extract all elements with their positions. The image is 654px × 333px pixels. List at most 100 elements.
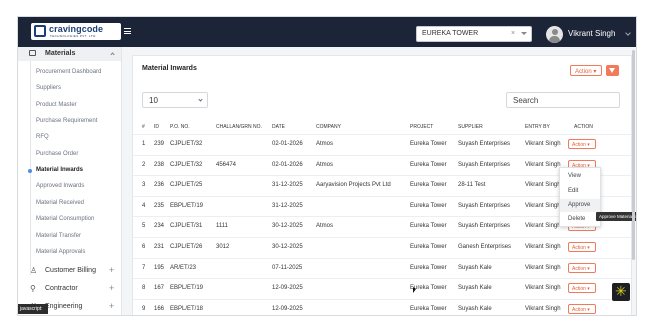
person-icon: ♙ — [30, 266, 38, 275]
user-name[interactable]: Vikrant Singh — [568, 29, 615, 38]
cell-supplier: Suyash Enterprises — [458, 223, 511, 230]
sidebar-item-material-approvals[interactable]: Material Approvals — [36, 249, 85, 255]
filter-icon[interactable] — [606, 65, 619, 76]
column-header-challan-grn-no: CHALLAN/GRN NO. — [216, 124, 262, 130]
cell-date: 07-11-2025 — [272, 264, 303, 271]
cell-supplier: Suyash Enterprises — [458, 161, 511, 168]
chevron-up-icon — [110, 52, 115, 57]
table-row: 5 234 CJPL/ET/31 1111 30-12-2025 Atmos Eureka … — [133, 216, 631, 236]
sidebar-group-contractor[interactable]: ⚲ Contractor + — [18, 282, 121, 296]
cell-entry-by: Vikrant Singh — [525, 285, 561, 292]
cell-supplier: Suyash Kale — [458, 264, 492, 271]
row-action-label: Action — [572, 286, 586, 293]
table-row: 3 236 CJPL/ET/25 31-12-2025 Aaryavision Proj… — [133, 175, 631, 195]
page-size-select[interactable]: 10 — [142, 92, 208, 108]
cell-challan-grn-no: 3012 — [216, 244, 230, 250]
cell-supplier: Ganesh Enterprises — [458, 244, 512, 250]
row-action-button[interactable]: Action ▾ — [568, 139, 596, 149]
action-button-label: Action — [575, 69, 592, 75]
cell-date: 12-09-2025 — [272, 305, 303, 312]
user-menu-chevron-icon[interactable] — [625, 30, 631, 36]
cell-po-no: CJPL/ET/32 — [170, 161, 203, 168]
table-row: 1 239 CJPL/ET/32 02-01-2026 Atmos Eureka Towe… — [133, 134, 631, 154]
help-widget-icon[interactable]: ✳ — [612, 283, 630, 301]
clear-icon[interactable]: × — [511, 30, 515, 37]
sidebar-section-label: Materials — [45, 50, 76, 57]
cell-date: 31-12-2025 — [272, 202, 303, 209]
tooltip: Approve Material Inward — [596, 212, 636, 221]
row-action-button[interactable]: Action ▾ — [568, 242, 596, 252]
sidebar-item-material-received[interactable]: Material Received — [36, 200, 84, 206]
status-tooltip: javascript: — [18, 304, 48, 314]
row-action-label: Action — [572, 142, 586, 148]
cell-supplier: Suyash Kale — [458, 305, 492, 312]
sidebar-item-procurement-dashboard[interactable]: Procurement Dashboard — [36, 69, 101, 75]
cell-project: Eureka Tower — [410, 182, 447, 189]
table-row: 7 195 AR/ET/23 07-11-2025 Eureka Tower Suyash… — [133, 257, 631, 278]
search-input[interactable]: Search — [506, 92, 620, 108]
sidebar-item-approved-inwards[interactable]: Approved Inwards — [36, 183, 84, 189]
contractor-icon: ⚲ — [30, 284, 36, 293]
table-row: 6 231 CJPL/ET/26 3012 30-12-2025 Eureka Tower… — [133, 237, 631, 257]
sidebar-item-suppliers[interactable]: Suppliers — [36, 85, 61, 91]
table-row: 4 235 EBPL/ET/19 31-12-2025 Eureka Tower Suya… — [133, 195, 631, 216]
project-select[interactable]: EUREKA TOWER × — [416, 26, 532, 42]
sidebar-item-rfq[interactable]: RFQ — [36, 134, 49, 140]
cell-po-no: CJPL/ET/26 — [170, 244, 203, 250]
sidebar-item-product-master[interactable]: Product Master — [36, 102, 77, 108]
materials-icon — [29, 50, 36, 56]
cell-index: 9 — [142, 305, 146, 312]
sidebar-section-materials[interactable]: Materials — [18, 47, 121, 61]
cell-id: 236 — [154, 182, 165, 189]
row-action-button[interactable]: Action ▾ — [568, 303, 596, 314]
cell-entry-by: Vikrant Singh — [525, 305, 561, 312]
cell-id: 231 — [154, 244, 165, 250]
cell-index: 2 — [142, 161, 146, 168]
cell-index: 3 — [142, 182, 146, 189]
cell-company: Aaryavision Projects Pvt Ltd — [316, 182, 391, 189]
hamburger-menu-icon[interactable] — [124, 28, 131, 34]
cell-po-no: CJPL/ET/25 — [170, 182, 203, 189]
cell-id: 166 — [154, 305, 165, 312]
table-row: 2 238 CJPL/ET/32 456474 02-01-2026 Atmos Eurek… — [133, 154, 631, 175]
sidebar-group-customer-billing[interactable]: ♙ Customer Billing + — [18, 264, 121, 278]
row-action-label: Action — [572, 265, 586, 272]
sidebar-item-material-inwards[interactable]: Material Inwards — [36, 167, 83, 173]
sidebar-item-material-transfer[interactable]: Material Transfer — [36, 233, 81, 239]
cell-entry-by: Vikrant Singh — [525, 182, 561, 189]
cell-id: 239 — [154, 141, 165, 147]
sidebar-item-purchase-order[interactable]: Purchase Order — [36, 151, 78, 157]
action-dropdown-button[interactable]: Action ▾ — [570, 65, 602, 76]
cell-project: Eureka Tower — [410, 264, 447, 271]
cell-id: 167 — [154, 285, 165, 292]
scrollbar[interactable] — [632, 50, 635, 260]
sidebar-item-material-consumption[interactable]: Material Consumption — [36, 216, 94, 222]
column-header-id: ID — [154, 124, 159, 130]
row-action-button[interactable]: Action ▾ — [568, 283, 596, 294]
company-logo[interactable]: cravingcode TECHNOLOGIES PVT. LTD. — [31, 23, 121, 40]
mouse-cursor-icon — [413, 287, 416, 293]
column-header-project: PROJECT — [410, 124, 434, 130]
project-select-value: EUREKA TOWER — [422, 30, 479, 37]
cell-supplier: Suyash Enterprises — [458, 202, 511, 209]
sidebar-item-purchase-requirement[interactable]: Purchase Requirement — [36, 118, 97, 124]
cell-id: 195 — [154, 264, 165, 271]
row-action-button[interactable]: Action ▾ — [568, 262, 596, 273]
menu-item-delete[interactable]: Delete — [568, 216, 585, 222]
chevron-down-icon[interactable] — [521, 32, 527, 35]
cell-supplier: Suyash Kale — [458, 285, 492, 292]
menu-item-approve[interactable]: Approve — [560, 199, 600, 212]
sidebar-group-label: Engineering — [45, 303, 83, 310]
cell-id: 234 — [154, 223, 165, 230]
user-avatar[interactable] — [546, 26, 563, 43]
menu-item-edit[interactable]: Edit — [568, 188, 578, 194]
menu-item-view[interactable]: View — [568, 173, 581, 179]
cell-company: Atmos — [316, 141, 334, 147]
cell-index: 5 — [142, 223, 146, 230]
logo-name: cravingcode — [49, 24, 104, 34]
cell-date: 30-12-2025 — [272, 244, 303, 250]
sidebar-group-label: Contractor — [45, 285, 78, 292]
column-header-index: # — [142, 124, 145, 130]
avatar-body — [549, 36, 560, 43]
cell-entry-by: Vikrant Singh — [525, 223, 561, 230]
